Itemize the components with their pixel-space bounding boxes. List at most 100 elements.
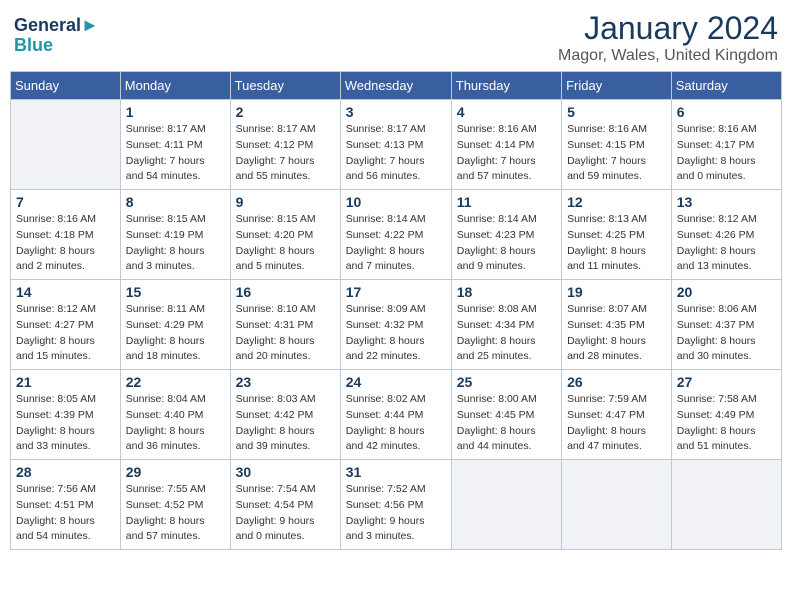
day-cell-5: 5 Sunrise: 8:16 AMSunset: 4:15 PMDaylight… — [562, 100, 672, 190]
weekday-header-friday: Friday — [562, 72, 672, 100]
day-number: 31 — [346, 464, 446, 480]
day-number: 16 — [236, 284, 335, 300]
logo: General► Blue — [14, 16, 99, 56]
day-detail: Sunrise: 7:59 AMSunset: 4:47 PMDaylight:… — [567, 392, 666, 455]
day-cell-3: 3 Sunrise: 8:17 AMSunset: 4:13 PMDaylight… — [340, 100, 451, 190]
calendar-table: SundayMondayTuesdayWednesdayThursdayFrid… — [10, 71, 782, 550]
day-cell-6: 6 Sunrise: 8:16 AMSunset: 4:17 PMDaylight… — [671, 100, 781, 190]
day-cell-8: 8 Sunrise: 8:15 AMSunset: 4:19 PMDaylight… — [120, 190, 230, 280]
day-number: 19 — [567, 284, 666, 300]
day-number: 23 — [236, 374, 335, 390]
day-cell-9: 9Sunrise: 8:15 AMSunset: 4:20 PMDaylight… — [230, 190, 340, 280]
day-cell-7: 7 Sunrise: 8:16 AMSunset: 4:18 PMDaylight… — [11, 190, 121, 280]
day-detail: Sunrise: 8:02 AMSunset: 4:44 PMDaylight:… — [346, 392, 446, 455]
day-number: 29 — [126, 464, 225, 480]
day-number: 1 — [126, 104, 225, 120]
weekday-header-monday: Monday — [120, 72, 230, 100]
day-detail: Sunrise: 8:13 AMSunset: 4:25 PMDaylight:… — [567, 212, 666, 275]
week-row-2: 7 Sunrise: 8:16 AMSunset: 4:18 PMDaylight… — [11, 190, 782, 280]
day-detail: Sunrise: 8:11 AMSunset: 4:29 PMDaylight:… — [126, 302, 225, 365]
day-detail: Sunrise: 8:16 AMSunset: 4:15 PMDaylight:… — [567, 122, 666, 185]
day-detail: Sunrise: 8:04 AMSunset: 4:40 PMDaylight:… — [126, 392, 225, 455]
page-header: General► Blue January 2024 Magor, Wales,… — [10, 10, 782, 65]
day-detail: Sunrise: 8:14 AMSunset: 4:22 PMDaylight:… — [346, 212, 446, 275]
day-cell-16: 16 Sunrise: 8:10 AMSunset: 4:31 PMDayligh… — [230, 280, 340, 370]
day-number: 14 — [16, 284, 115, 300]
week-row-4: 21 Sunrise: 8:05 AMSunset: 4:39 PMDayligh… — [11, 370, 782, 460]
day-detail: Sunrise: 8:16 AMSunset: 4:17 PMDaylight:… — [677, 122, 776, 185]
day-cell-2: 2Sunrise: 8:17 AMSunset: 4:12 PMDaylight… — [230, 100, 340, 190]
day-cell-25: 25Sunrise: 8:00 AMSunset: 4:45 PMDayligh… — [451, 370, 561, 460]
day-number: 10 — [346, 194, 446, 210]
day-number: 3 — [346, 104, 446, 120]
title-block: January 2024 Magor, Wales, United Kingdo… — [558, 10, 778, 65]
day-cell-26: 26 Sunrise: 7:59 AMSunset: 4:47 PMDayligh… — [562, 370, 672, 460]
day-cell-31: 31 Sunrise: 7:52 AMSunset: 4:56 PMDayligh… — [340, 460, 451, 550]
weekday-header-row: SundayMondayTuesdayWednesdayThursdayFrid… — [11, 72, 782, 100]
day-cell-24: 24Sunrise: 8:02 AMSunset: 4:44 PMDayligh… — [340, 370, 451, 460]
day-cell-19: 19 Sunrise: 8:07 AMSunset: 4:35 PMDayligh… — [562, 280, 672, 370]
day-number: 12 — [567, 194, 666, 210]
day-detail: Sunrise: 8:17 AMSunset: 4:13 PMDaylight:… — [346, 122, 446, 185]
logo-text-2: Blue — [14, 36, 99, 56]
day-detail: Sunrise: 7:56 AMSunset: 4:51 PMDaylight:… — [16, 482, 115, 545]
day-cell-30: 30 Sunrise: 7:54 AMSunset: 4:54 PMDayligh… — [230, 460, 340, 550]
weekday-header-thursday: Thursday — [451, 72, 561, 100]
day-number: 18 — [457, 284, 556, 300]
day-cell-12: 12 Sunrise: 8:13 AMSunset: 4:25 PMDayligh… — [562, 190, 672, 280]
weekday-header-sunday: Sunday — [11, 72, 121, 100]
day-detail: Sunrise: 8:14 AMSunset: 4:23 PMDaylight:… — [457, 212, 556, 275]
day-detail: Sunrise: 8:10 AMSunset: 4:31 PMDaylight:… — [236, 302, 335, 365]
day-detail: Sunrise: 7:52 AMSunset: 4:56 PMDaylight:… — [346, 482, 446, 545]
day-detail: Sunrise: 8:12 AMSunset: 4:26 PMDaylight:… — [677, 212, 776, 275]
day-detail: Sunrise: 8:09 AMSunset: 4:32 PMDaylight:… — [346, 302, 446, 365]
day-number: 26 — [567, 374, 666, 390]
day-number: 8 — [126, 194, 225, 210]
day-number: 17 — [346, 284, 446, 300]
day-number: 21 — [16, 374, 115, 390]
day-cell-17: 17 Sunrise: 8:09 AMSunset: 4:32 PMDayligh… — [340, 280, 451, 370]
day-cell-0 — [11, 100, 121, 190]
weekday-header-saturday: Saturday — [671, 72, 781, 100]
day-number: 4 — [457, 104, 556, 120]
day-cell-15: 15Sunrise: 8:11 AMSunset: 4:29 PMDayligh… — [120, 280, 230, 370]
day-detail: Sunrise: 7:54 AMSunset: 4:54 PMDaylight:… — [236, 482, 335, 545]
day-number: 7 — [16, 194, 115, 210]
day-cell-29: 29 Sunrise: 7:55 AMSunset: 4:52 PMDayligh… — [120, 460, 230, 550]
day-detail: Sunrise: 8:07 AMSunset: 4:35 PMDaylight:… — [567, 302, 666, 365]
day-detail: Sunrise: 8:15 AMSunset: 4:19 PMDaylight:… — [126, 212, 225, 275]
day-detail: Sunrise: 7:55 AMSunset: 4:52 PMDaylight:… — [126, 482, 225, 545]
day-number: 20 — [677, 284, 776, 300]
day-detail: Sunrise: 8:03 AMSunset: 4:42 PMDaylight:… — [236, 392, 335, 455]
day-cell-33 — [562, 460, 672, 550]
day-detail: Sunrise: 8:12 AMSunset: 4:27 PMDaylight:… — [16, 302, 115, 365]
day-number: 11 — [457, 194, 556, 210]
day-detail: Sunrise: 8:08 AMSunset: 4:34 PMDaylight:… — [457, 302, 556, 365]
day-cell-18: 18 Sunrise: 8:08 AMSunset: 4:34 PMDayligh… — [451, 280, 561, 370]
day-detail: Sunrise: 8:00 AMSunset: 4:45 PMDaylight:… — [457, 392, 556, 455]
day-number: 5 — [567, 104, 666, 120]
day-detail: Sunrise: 8:16 AMSunset: 4:14 PMDaylight:… — [457, 122, 556, 185]
week-row-1: 1 Sunrise: 8:17 AMSunset: 4:11 PMDaylight… — [11, 100, 782, 190]
day-cell-14: 14 Sunrise: 8:12 AMSunset: 4:27 PMDayligh… — [11, 280, 121, 370]
logo-text: General► — [14, 16, 99, 36]
day-cell-10: 10 Sunrise: 8:14 AMSunset: 4:22 PMDayligh… — [340, 190, 451, 280]
week-row-5: 28 Sunrise: 7:56 AMSunset: 4:51 PMDayligh… — [11, 460, 782, 550]
day-detail: Sunrise: 8:05 AMSunset: 4:39 PMDaylight:… — [16, 392, 115, 455]
day-number: 28 — [16, 464, 115, 480]
day-cell-1: 1 Sunrise: 8:17 AMSunset: 4:11 PMDaylight… — [120, 100, 230, 190]
weekday-header-tuesday: Tuesday — [230, 72, 340, 100]
day-cell-23: 23 Sunrise: 8:03 AMSunset: 4:42 PMDayligh… — [230, 370, 340, 460]
day-cell-20: 20Sunrise: 8:06 AMSunset: 4:37 PMDayligh… — [671, 280, 781, 370]
day-cell-11: 11 Sunrise: 8:14 AMSunset: 4:23 PMDayligh… — [451, 190, 561, 280]
day-detail: Sunrise: 8:16 AMSunset: 4:18 PMDaylight:… — [16, 212, 115, 275]
weekday-header-wednesday: Wednesday — [340, 72, 451, 100]
day-cell-27: 27Sunrise: 7:58 AMSunset: 4:49 PMDayligh… — [671, 370, 781, 460]
subtitle: Magor, Wales, United Kingdom — [558, 47, 778, 65]
day-number: 9 — [236, 194, 335, 210]
day-number: 30 — [236, 464, 335, 480]
day-detail: Sunrise: 8:17 AMSunset: 4:11 PMDaylight:… — [126, 122, 225, 185]
day-number: 6 — [677, 104, 776, 120]
day-number: 22 — [126, 374, 225, 390]
day-number: 27 — [677, 374, 776, 390]
